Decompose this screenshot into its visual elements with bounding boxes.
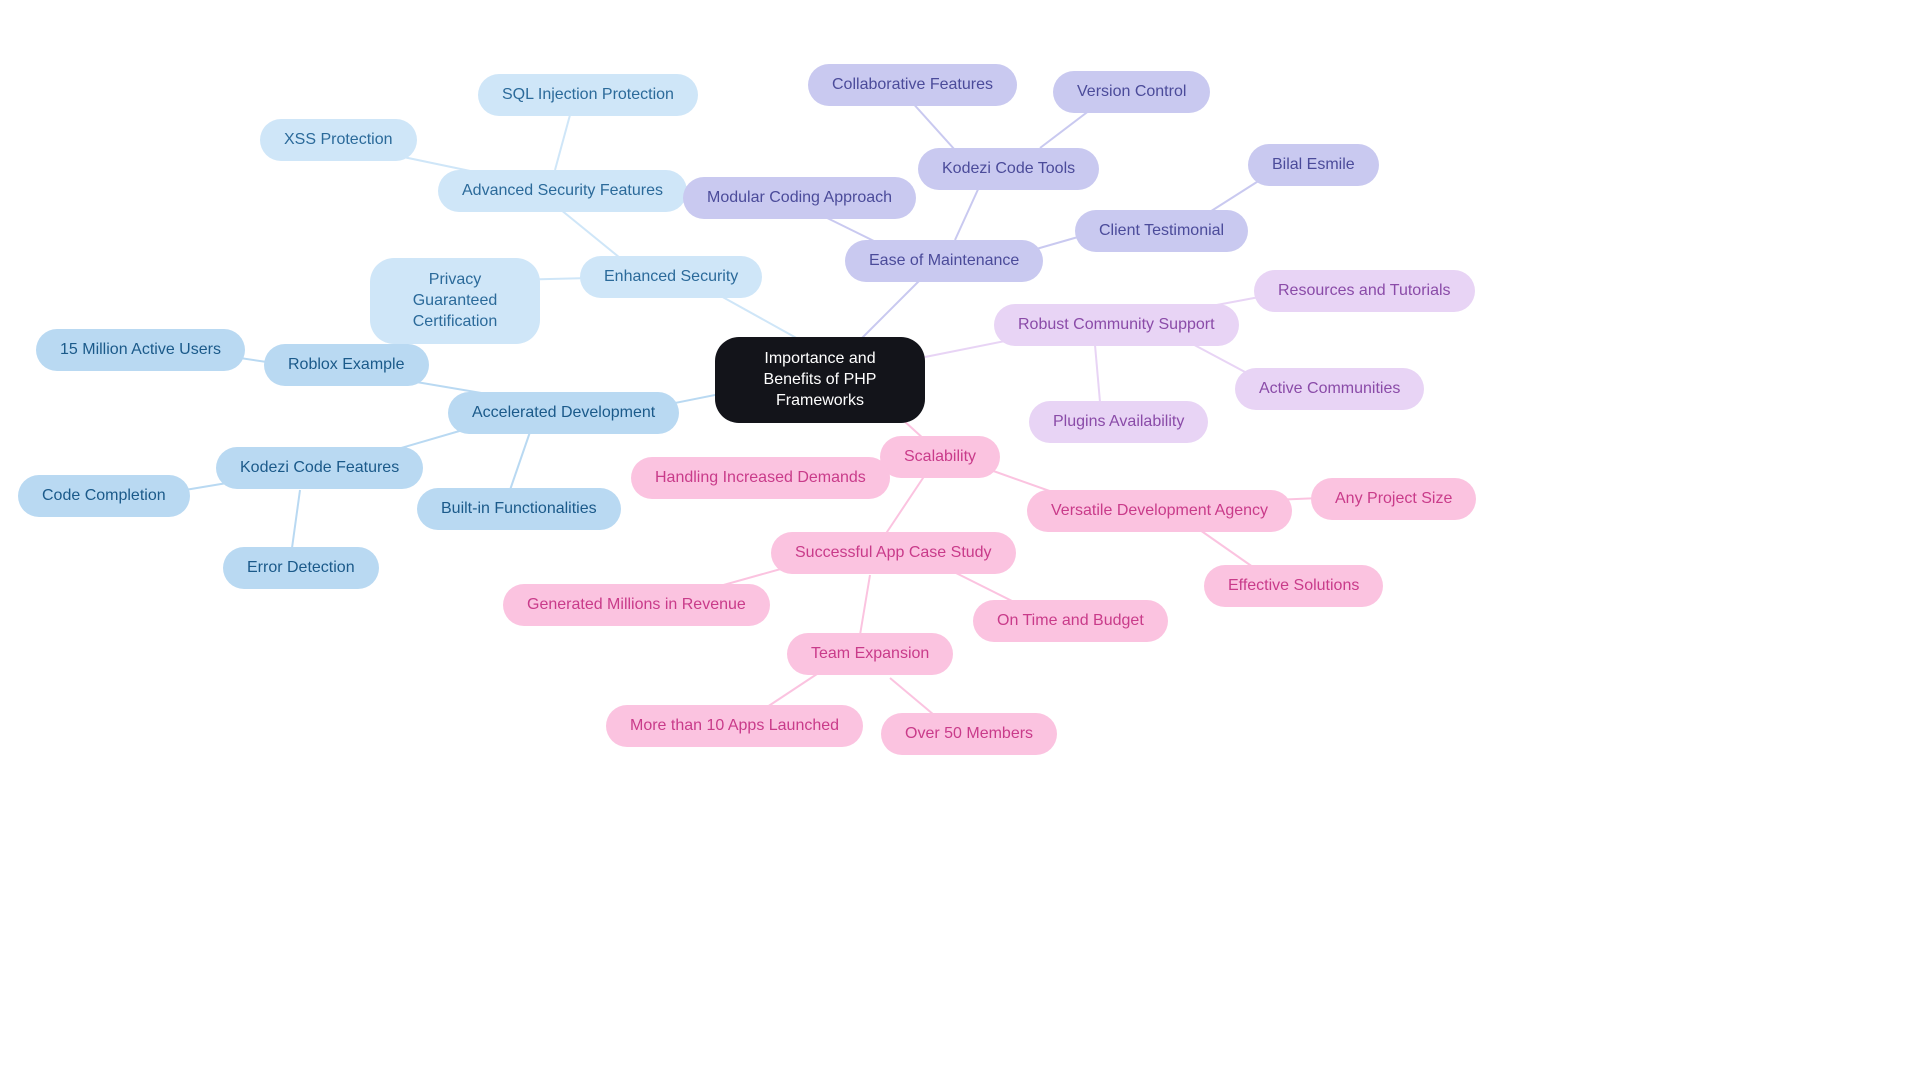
node-resources: Resources and Tutorials	[1254, 270, 1475, 312]
node-collab-features: Collaborative Features	[808, 64, 1017, 106]
node-code-completion: Code Completion	[18, 475, 190, 517]
node-apps-launched: More than 10 Apps Launched	[606, 705, 863, 747]
node-sql-injection: SQL Injection Protection	[478, 74, 698, 116]
node-scalability: Scalability	[880, 436, 1000, 478]
node-ease-maintenance: Ease of Maintenance	[845, 240, 1043, 282]
node-handling-demands: Handling Increased Demands	[631, 457, 890, 499]
node-team-expansion: Team Expansion	[787, 633, 953, 675]
node-plugins: Plugins Availability	[1029, 401, 1208, 443]
node-case-study: Successful App Case Study	[771, 532, 1016, 574]
node-active-comm: Active Communities	[1235, 368, 1424, 410]
node-kodezi-features: Kodezi Code Features	[216, 447, 423, 489]
node-versatile-agency: Versatile Development Agency	[1027, 490, 1292, 532]
node-roblox: Roblox Example	[264, 344, 429, 386]
node-any-project: Any Project Size	[1311, 478, 1476, 520]
node-modular: Modular Coding Approach	[683, 177, 916, 219]
node-error-detection: Error Detection	[223, 547, 379, 589]
node-on-time: On Time and Budget	[973, 600, 1168, 642]
node-kodezi-tools: Kodezi Code Tools	[918, 148, 1099, 190]
node-effective: Effective Solutions	[1204, 565, 1383, 607]
node-builtin: Built-in Functionalities	[417, 488, 621, 530]
node-enhanced-security: Enhanced Security	[580, 256, 762, 298]
node-revenue: Generated Millions in Revenue	[503, 584, 770, 626]
node-bilal: Bilal Esmile	[1248, 144, 1379, 186]
node-version-control: Version Control	[1053, 71, 1210, 113]
node-members: Over 50 Members	[881, 713, 1057, 755]
node-accelerated-dev: Accelerated Development	[448, 392, 679, 434]
center-node: Importance and Benefits of PHP Framework…	[715, 337, 925, 423]
node-active-users: 15 Million Active Users	[36, 329, 245, 371]
node-xss-protection: XSS Protection	[260, 119, 417, 161]
node-privacy-cert: Privacy Guaranteed Certification	[370, 258, 540, 344]
node-advanced-security: Advanced Security Features	[438, 170, 687, 212]
node-community-support: Robust Community Support	[994, 304, 1239, 346]
node-client-testimonial: Client Testimonial	[1075, 210, 1248, 252]
